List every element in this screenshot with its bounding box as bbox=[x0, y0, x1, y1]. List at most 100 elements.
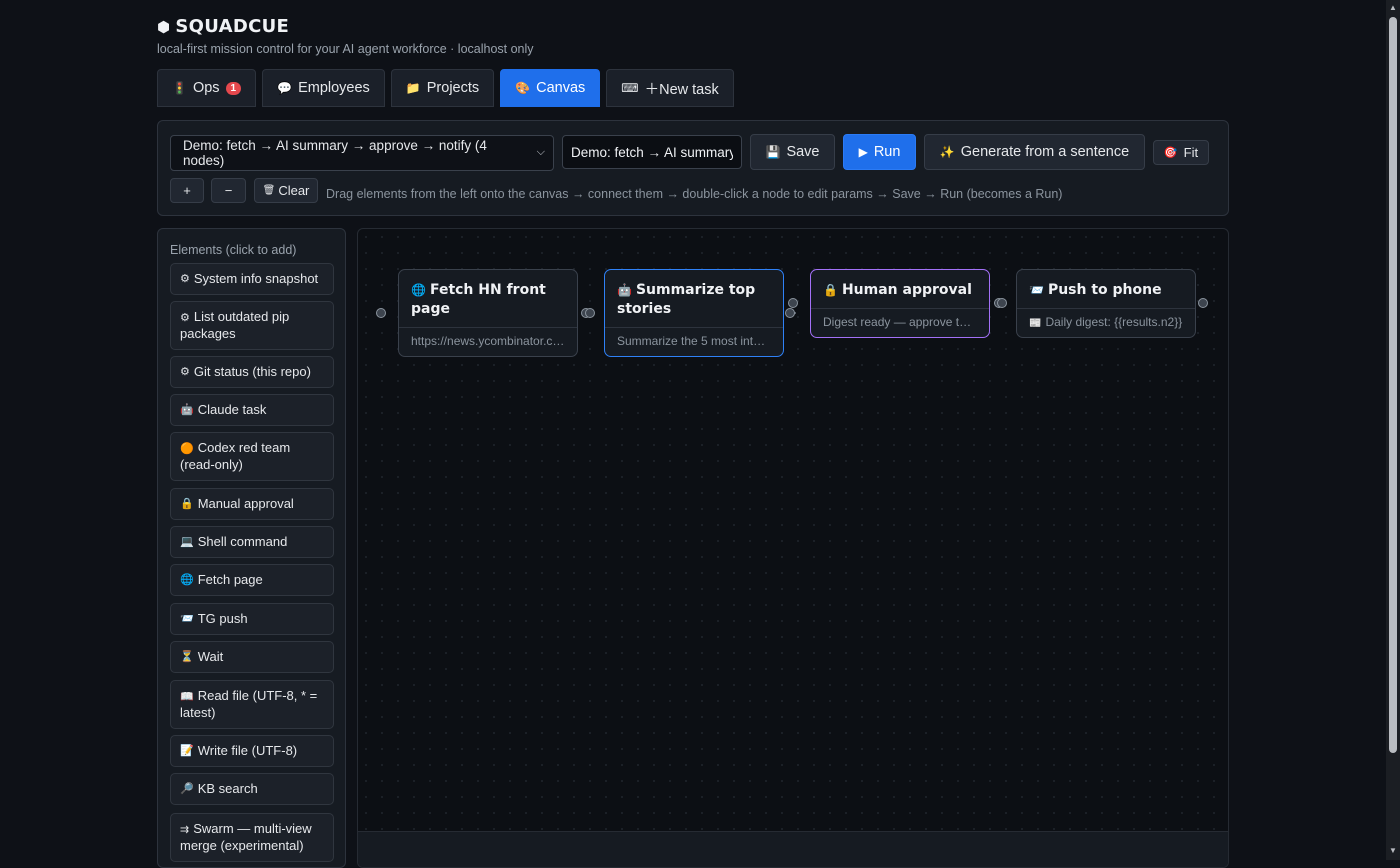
laptop-icon: 💻 bbox=[180, 536, 194, 548]
fit-label: Fit bbox=[1183, 145, 1199, 160]
save-button[interactable]: 💾 Save bbox=[750, 134, 835, 170]
node-push-to-phone-input-port[interactable] bbox=[997, 298, 1007, 308]
traffic-light-icon: 🚦 bbox=[172, 81, 187, 95]
tab-projects[interactable]: 📁 Projects bbox=[390, 69, 495, 107]
node-human-approval-input-port[interactable] bbox=[785, 308, 795, 318]
robot-icon: 🤖 bbox=[180, 404, 194, 416]
minus-icon: − bbox=[224, 183, 233, 198]
node-param: Digest ready — approve to send? bbox=[823, 315, 989, 329]
palette-item-shell-command[interactable]: 💻 Shell command bbox=[170, 526, 334, 558]
tab-ops[interactable]: 🚦 Ops 1 bbox=[157, 69, 257, 107]
palette-item-tg-push[interactable]: 📨 TG push bbox=[170, 603, 334, 635]
robot-icon: 🤖 bbox=[617, 283, 632, 297]
lock-icon: 🔒 bbox=[180, 498, 194, 510]
hexagon-logo-icon: ⬢ bbox=[157, 18, 171, 36]
palette-item-pip-outdated[interactable]: ⚙ List outdated pip packages bbox=[170, 301, 334, 350]
play-icon: ▶ bbox=[858, 145, 868, 159]
node-push-to-phone[interactable]: 📨 Push to phone 📰 Daily digest: {{results.… bbox=[1016, 269, 1196, 338]
folder-icon: 📁 bbox=[405, 81, 421, 95]
save-label: Save bbox=[786, 144, 820, 160]
palette-item-wait[interactable]: ⏳ Wait bbox=[170, 641, 334, 673]
gear-icon: ⚙ bbox=[180, 273, 190, 285]
node-title-text: Fetch HN front page bbox=[411, 282, 546, 317]
zoom-out-button[interactable]: − bbox=[211, 178, 246, 203]
zoom-in-button[interactable]: + bbox=[170, 178, 204, 203]
workflow-select[interactable]: Demo: fetch → AI summary → approve → not… bbox=[170, 135, 554, 171]
node-summarize[interactable]: 🤖 Summarize top stories Summarize the 5 m… bbox=[604, 269, 784, 357]
generate-from-sentence-button[interactable]: ✨ Generate from a sentence bbox=[924, 134, 1145, 170]
node-human-approval[interactable]: 🔒 Human approval Digest ready — approve t… bbox=[810, 269, 990, 338]
clear-button[interactable]: 🗑 Clear bbox=[254, 178, 318, 203]
palette-item-label: Claude task bbox=[197, 402, 267, 417]
node-param: 📰 Daily digest: {{results.n2}} bbox=[1017, 309, 1195, 337]
node-title-text: Push to phone bbox=[1047, 282, 1162, 298]
open-book-icon: 📖 bbox=[180, 691, 194, 703]
palette-item-read-file[interactable]: 📖 Read file (UTF-8, * = latest) bbox=[170, 680, 334, 729]
palette-item-label: List outdated pip packages bbox=[180, 309, 290, 341]
merge-arrows-icon: ⇉ bbox=[180, 824, 190, 836]
tab-label: Projects bbox=[426, 80, 480, 96]
app-subtitle: local-first mission control for your AI … bbox=[157, 42, 534, 56]
elements-palette: Elements (click to add) ⚙ System info sna… bbox=[157, 228, 346, 868]
tab-label: Ops bbox=[192, 80, 220, 96]
scrollbar-thumb[interactable] bbox=[1389, 17, 1397, 753]
palette-item-label: Manual approval bbox=[197, 496, 294, 511]
node-title: 🌐 Fetch HN front page bbox=[399, 270, 577, 328]
palette-icon: 🎨 bbox=[515, 81, 531, 95]
palette-item-label: Codex red team (read-only) bbox=[180, 440, 291, 472]
palette-item-label: Write file (UTF-8) bbox=[197, 743, 298, 758]
gear-icon: ⚙ bbox=[180, 312, 190, 324]
palette-title: Elements (click to add) bbox=[170, 243, 297, 257]
palette-item-swarm[interactable]: ⇉ Swarm — multi-view merge (experimental) bbox=[170, 813, 334, 862]
plus-icon: + bbox=[183, 183, 191, 198]
ops-count-badge: 1 bbox=[225, 81, 242, 95]
palette-item-label: Wait bbox=[197, 649, 224, 664]
sparkles-icon: ✨ bbox=[939, 145, 955, 159]
palette-item-label: System info snapshot bbox=[193, 271, 319, 286]
trash-icon: 🗑 bbox=[262, 185, 276, 196]
palette-item-kb-search[interactable]: 🔎 KB search bbox=[170, 773, 334, 805]
tab-employees[interactable]: 💬 Employees bbox=[262, 69, 385, 107]
generate-label: Generate from a sentence bbox=[960, 144, 1130, 160]
page-scrollbar[interactable]: ▲ ▼ bbox=[1386, 0, 1400, 860]
globe-icon: 🌐 bbox=[180, 574, 194, 586]
run-label: Run bbox=[873, 144, 901, 160]
chevron-down-icon: ⌵ bbox=[536, 146, 545, 158]
node-summarize-output-port[interactable] bbox=[788, 298, 798, 308]
canvas-usage-hint: Drag elements from the left onto the can… bbox=[326, 187, 1063, 201]
newspaper-icon: 📰 bbox=[1029, 318, 1042, 329]
palette-item-label: Swarm — multi-view merge (experimental) bbox=[180, 821, 312, 853]
node-fetch-hn-input-port[interactable] bbox=[376, 308, 386, 318]
fit-button[interactable]: 🎯 Fit bbox=[1153, 140, 1209, 165]
tab-canvas[interactable]: 🎨 Canvas bbox=[500, 69, 601, 107]
tab-label: Employees bbox=[298, 80, 370, 96]
run-button[interactable]: ▶ Run bbox=[843, 134, 916, 170]
app-name: SQUADCUE bbox=[175, 16, 290, 37]
palette-item-git-status[interactable]: ⚙ Git status (this repo) bbox=[170, 356, 334, 388]
workflow-name-input[interactable] bbox=[562, 135, 742, 169]
node-push-to-phone-output-port[interactable] bbox=[1198, 298, 1208, 308]
palette-item-manual-approval[interactable]: 🔒 Manual approval bbox=[170, 488, 334, 520]
node-title: 🤖 Summarize top stories bbox=[605, 270, 783, 328]
palette-item-fetch-page[interactable]: 🌐 Fetch page bbox=[170, 564, 334, 596]
palette-item-label: TG push bbox=[197, 611, 248, 626]
node-fetch-hn[interactable]: 🌐 Fetch HN front page https://news.ycombi… bbox=[398, 269, 578, 357]
node-param: Summarize the 5 most interesting stories bbox=[617, 334, 783, 348]
incoming-envelope-icon: 📨 bbox=[1029, 283, 1044, 297]
palette-item-claude-task[interactable]: 🤖 Claude task bbox=[170, 394, 334, 426]
tab-new-task[interactable]: ⌨ ＋New task bbox=[606, 69, 734, 107]
incoming-envelope-icon: 📨 bbox=[180, 613, 194, 625]
scroll-up-arrow-icon[interactable]: ▲ bbox=[1389, 3, 1397, 12]
speech-bubble-icon: 💬 bbox=[277, 81, 293, 95]
node-summarize-input-port[interactable] bbox=[585, 308, 595, 318]
hourglass-icon: ⏳ bbox=[180, 651, 194, 663]
palette-item-codex-red-team[interactable]: 🟠 Codex red team (read-only) bbox=[170, 432, 334, 481]
main-tabs: 🚦 Ops 1 💬 Employees 📁 Projects 🎨 Canvas … bbox=[157, 69, 734, 107]
palette-item-label: KB search bbox=[197, 781, 258, 796]
scroll-down-arrow-icon[interactable]: ▼ bbox=[1389, 846, 1397, 855]
gear-icon: ⚙ bbox=[180, 366, 190, 378]
palette-item-write-file[interactable]: 📝 Write file (UTF-8) bbox=[170, 735, 334, 767]
palette-item-system-info[interactable]: ⚙ System info snapshot bbox=[170, 263, 334, 295]
lock-icon: 🔒 bbox=[823, 283, 838, 297]
workflow-canvas[interactable]: 🌐 Fetch HN front page https://news.ycombi… bbox=[357, 228, 1229, 868]
